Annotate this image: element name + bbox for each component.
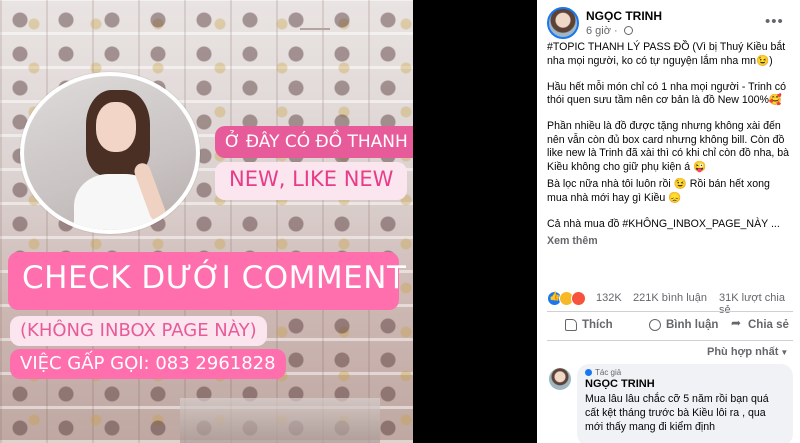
check-comment-text: CHECK DƯỚI COMMENT bbox=[22, 260, 407, 296]
share-icon bbox=[731, 316, 743, 331]
share-label: Chia sẻ bbox=[748, 319, 789, 331]
clearance-tag: Ở ĐÂY CÓ ĐỒ THANH LÝ bbox=[215, 126, 413, 158]
comment-label: Bình luận bbox=[666, 319, 719, 331]
check-comment-banner: CHECK DƯỚI COMMENT👇 bbox=[8, 252, 406, 310]
share-button[interactable]: Chia sẻ bbox=[731, 316, 789, 331]
commenter-avatar[interactable] bbox=[549, 368, 571, 390]
sort-label: Phù hợp nhất bbox=[707, 346, 779, 358]
action-bar: Thích Bình luận Chia sẻ bbox=[547, 316, 793, 338]
author-avatar[interactable] bbox=[547, 7, 579, 39]
thumbs-up-icon bbox=[565, 319, 577, 331]
post-stats: 132K 221K bình luận 31K lượt chia sẻ bbox=[547, 291, 793, 316]
divider bbox=[547, 311, 793, 312]
post-header: NGỌC TRINH 6 giờ · ••• bbox=[537, 0, 800, 46]
divider bbox=[547, 340, 793, 341]
comment-icon bbox=[649, 319, 661, 331]
post-paragraph: Bà lọc nữa nhà tôi luôn rồi 😉 Rồi bán hế… bbox=[547, 178, 770, 204]
like-label: Thích bbox=[582, 319, 613, 331]
post-paragraph: Phần nhiều là đồ được tặng nhưng không x… bbox=[547, 120, 790, 173]
post-paragraph: Hầu hết mỗi món chỉ có 1 nha mọi người -… bbox=[547, 80, 786, 107]
phone-tag: VIỆC GẤP GỌI: 083 2961828 bbox=[10, 349, 286, 379]
comment-count[interactable]: 221K bình luận bbox=[633, 292, 707, 304]
comment-button[interactable]: Bình luận bbox=[649, 319, 718, 331]
wow-reaction-icon bbox=[571, 291, 586, 306]
no-inbox-tag: (KHÔNG INBOX PAGE NÀY) bbox=[10, 316, 267, 346]
more-options-icon[interactable]: ••• bbox=[765, 13, 784, 30]
comment-text: Mua lâu lâu chắc cỡ 5 năm rồi bạn quá cấ… bbox=[585, 393, 769, 433]
author-name[interactable]: NGỌC TRINH bbox=[586, 9, 662, 23]
author-badge-label: Tác giả bbox=[595, 368, 622, 377]
portrait-circle bbox=[20, 72, 200, 234]
author-badge-icon bbox=[585, 369, 592, 376]
post-panel: NGỌC TRINH 6 giờ · ••• #TOPIC THANH LÝ P… bbox=[537, 0, 800, 443]
comment-item: Tác giả NGỌC TRINH Mua lâu lâu chắc cỡ 5… bbox=[547, 364, 793, 443]
display-counter bbox=[180, 398, 380, 443]
screen: Ở ĐÂY CÓ ĐỒ THANH LÝ NEW, LIKE NEW CHECK… bbox=[0, 0, 800, 443]
post-image[interactable]: Ở ĐÂY CÓ ĐỒ THANH LÝ NEW, LIKE NEW CHECK… bbox=[0, 0, 413, 443]
see-more-link[interactable]: Xem thêm bbox=[547, 235, 793, 249]
post-paragraph: Cả nhà mua đồ #KHÔNG_INBOX_PAGE_NÀY ... bbox=[547, 217, 780, 230]
post-meta: 6 giờ · bbox=[586, 25, 633, 37]
post-paragraph: #TOPIC THANH LÝ PASS ĐỒ (Vì bị Thuý Kiều… bbox=[547, 41, 786, 67]
post-body: #TOPIC THANH LÝ PASS ĐỒ (Vì bị Thuý Kiều… bbox=[547, 41, 793, 249]
new-like-new-tag: NEW, LIKE NEW bbox=[215, 162, 408, 200]
author-badge: Tác giả bbox=[585, 368, 785, 377]
post-time[interactable]: 6 giờ bbox=[586, 25, 611, 37]
globe-icon bbox=[623, 26, 633, 35]
share-count[interactable]: 31K lượt chia sẻ bbox=[719, 292, 793, 316]
like-button[interactable]: Thích bbox=[565, 319, 613, 331]
chevron-down-icon: ▼ bbox=[780, 348, 789, 357]
reaction-count[interactable]: 132K bbox=[596, 292, 622, 304]
reactions[interactable] bbox=[547, 291, 593, 306]
comment-sort-dropdown[interactable]: Phù hợp nhất ▼ bbox=[707, 346, 788, 358]
portrait-face bbox=[96, 102, 136, 152]
comment-bubble: Tác giả NGỌC TRINH Mua lâu lâu chắc cỡ 5… bbox=[577, 364, 793, 443]
commenter-name[interactable]: NGỌC TRINH bbox=[585, 378, 785, 390]
hanger-rail bbox=[300, 28, 330, 30]
